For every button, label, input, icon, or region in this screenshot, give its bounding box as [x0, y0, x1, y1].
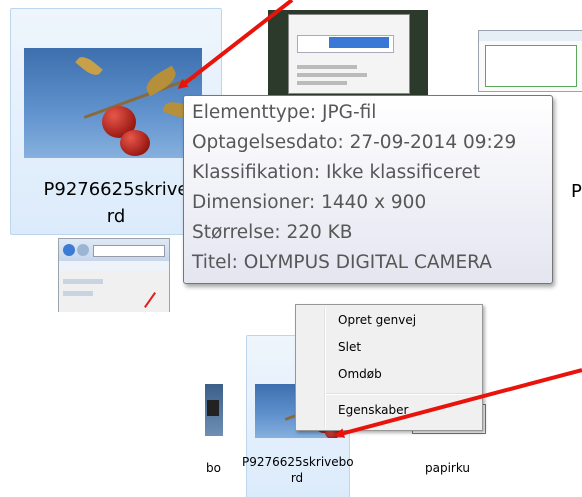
- annotation-arrows: [177, 0, 582, 439]
- arrow-bottom: [334, 368, 582, 439]
- arrow-top: [177, 0, 294, 89]
